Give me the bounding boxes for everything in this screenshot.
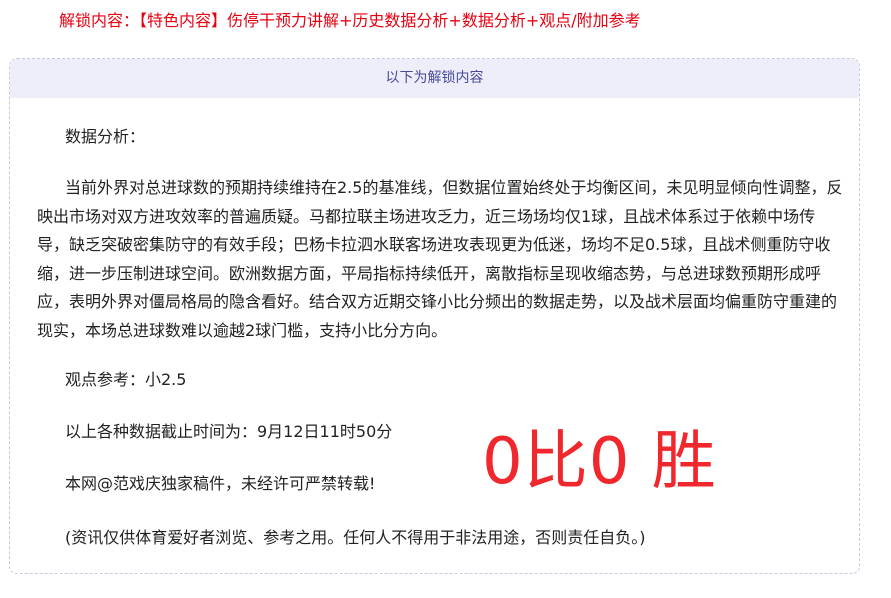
result-overlay-text: 0比0 胜 — [482, 425, 717, 499]
copyright-text: 本网@范戏庆独家稿件，未经许可严禁转载! — [65, 474, 376, 493]
deadline-text: 以上各种数据截止时间为：9月12日11时50分 — [65, 422, 393, 441]
analysis-paragraph: 当前外界对总进球数的预期持续维持在2.5的基准线，但数据位置始终处于均衡区间，未… — [37, 178, 843, 340]
unlocked-content-body: 数据分析： 当前外界对总进球数的预期持续维持在2.5的基准线，但数据位置始终处于… — [10, 59, 859, 573]
page: 解锁内容：【特色内容】伤停干预力讲解+历史数据分析+数据分析+观点/附加参考 以… — [0, 0, 891, 598]
disclaimer-text: (资讯仅供体育爱好者浏览、参考之用。任何人不得用于非法用途，否则责任自负。) — [65, 528, 646, 547]
section-title: 数据分析： — [65, 127, 146, 146]
unlock-label: 解锁内容： — [59, 11, 140, 30]
unlocked-content-box: 以下为解锁内容 数据分析： 当前外界对总进球数的预期持续维持在2.5的基准线，但… — [9, 58, 860, 574]
unlock-content: 【特色内容】伤停干预力讲解+历史数据分析+数据分析+观点/附加参考 — [139, 11, 641, 30]
viewpoint-text: 观点参考：小2.5 — [65, 370, 187, 389]
unlock-summary: 解锁内容：【特色内容】伤停干预力讲解+历史数据分析+数据分析+观点/附加参考 — [59, 10, 641, 32]
